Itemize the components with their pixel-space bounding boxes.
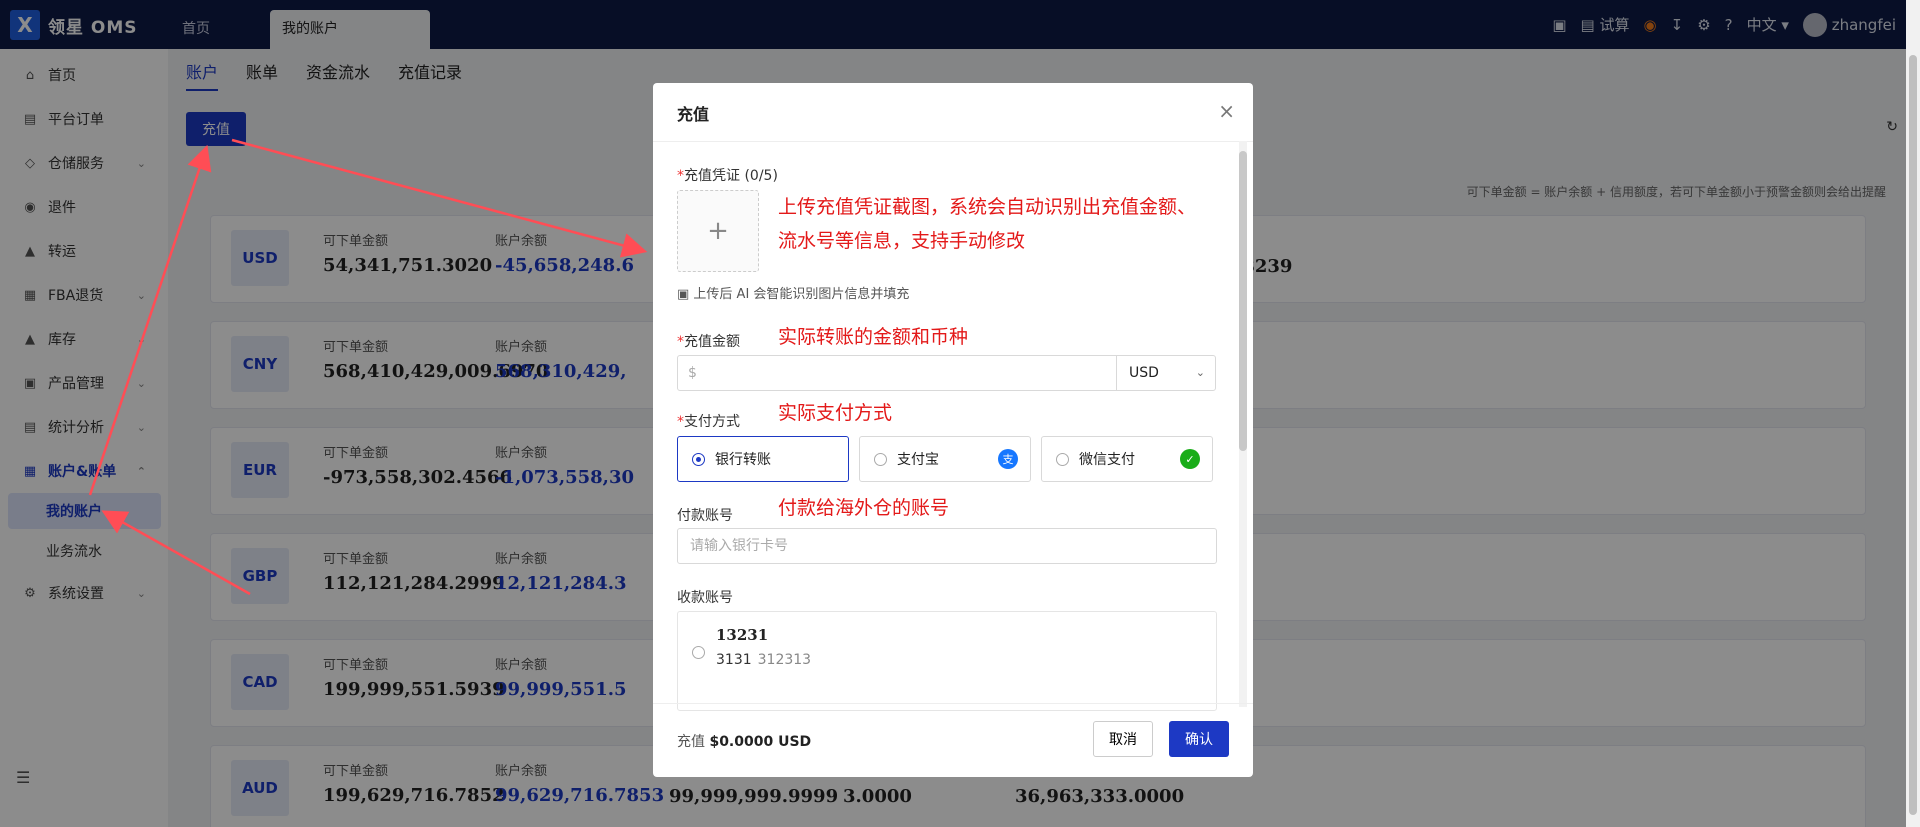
pay-option-bank[interactable]: 银行转账 <box>677 436 849 482</box>
radio-unchecked <box>1056 452 1069 466</box>
pay-method-label-text: 支付方式 <box>684 414 740 430</box>
payee-number-extra: 312313 <box>757 652 812 668</box>
image-icon: ▣ <box>677 287 694 302</box>
amount-label: *充值金额 <box>677 334 740 350</box>
payee-account-list: 13231 3131 312313 <box>677 611 1217 711</box>
payee-radio[interactable] <box>692 646 705 659</box>
pay-option-label: 支付宝 <box>897 452 939 468</box>
recharge-modal: 充值 × *充值凭证 (0/5) + ▣ 上传后 AI 会智能识别图片信息并填充… <box>653 83 1253 777</box>
payer-account-input[interactable]: 请输入银行卡号 <box>677 528 1217 564</box>
annotation-upload-2: 流水号等信息，支持手动修改 <box>778 230 1026 252</box>
voucher-label-text: 充值凭证 (0/5) <box>684 168 778 184</box>
ai-hint-text: 上传后 AI 会智能识别图片信息并填充 <box>693 287 910 302</box>
radio-unchecked <box>874 452 887 466</box>
modal-title: 充值 <box>677 105 710 124</box>
scroll-thumb[interactable] <box>1909 55 1917 815</box>
payee-number-main: 3131 <box>716 652 752 668</box>
radio-checked <box>692 452 705 466</box>
ai-hint: ▣ 上传后 AI 会智能识别图片信息并填充 <box>677 283 909 302</box>
amount-input[interactable]: $ <box>677 355 1117 391</box>
total-value: $0.0000 USD <box>709 734 812 750</box>
confirm-button[interactable]: 确认 <box>1169 721 1229 757</box>
voucher-label: *充值凭证 (0/5) <box>677 168 778 184</box>
annotation-amount: 实际转账的金额和币种 <box>778 326 969 348</box>
upload-button[interactable]: + <box>677 190 759 272</box>
annotation-payer: 付款给海外仓的账号 <box>778 497 950 519</box>
annotation-upload-1: 上传充值凭证截图，系统会自动识别出充值金额、 <box>778 196 1197 218</box>
currency-select[interactable]: USD ⌄ <box>1116 355 1216 391</box>
pay-option-label: 银行转账 <box>715 452 771 468</box>
currency-value: USD <box>1129 365 1159 381</box>
divider <box>653 141 1253 142</box>
cancel-button[interactable]: 取消 <box>1093 721 1153 757</box>
pay-option-label: 微信支付 <box>1079 452 1135 468</box>
chevron-down-icon: ⌄ <box>1195 366 1205 379</box>
amount-label-text: 充值金额 <box>684 334 740 350</box>
page-scrollbar[interactable] <box>1906 0 1920 827</box>
payee-number: 3131 312313 <box>716 652 811 668</box>
annotation-pay-method: 实际支付方式 <box>778 402 893 424</box>
pay-method-label: *支付方式 <box>677 414 740 430</box>
wechat-icon: ✓ <box>1180 449 1200 469</box>
modal-scrollbar[interactable] <box>1239 141 1247 707</box>
recharge-total: 充值 $0.0000 USD <box>677 731 811 751</box>
plus-icon: + <box>707 216 729 246</box>
total-label: 充值 <box>677 734 705 750</box>
payee-name: 13231 <box>716 626 769 644</box>
divider <box>653 703 1253 704</box>
payer-label: 付款账号 <box>677 508 733 524</box>
close-icon[interactable]: × <box>1218 99 1235 123</box>
pay-option-alipay[interactable]: 支付宝 支 <box>859 436 1031 482</box>
payee-label: 收款账号 <box>677 590 733 606</box>
alipay-icon: 支 <box>998 449 1018 469</box>
pay-option-wechat[interactable]: 微信支付 ✓ <box>1041 436 1213 482</box>
scroll-thumb[interactable] <box>1239 151 1247 451</box>
